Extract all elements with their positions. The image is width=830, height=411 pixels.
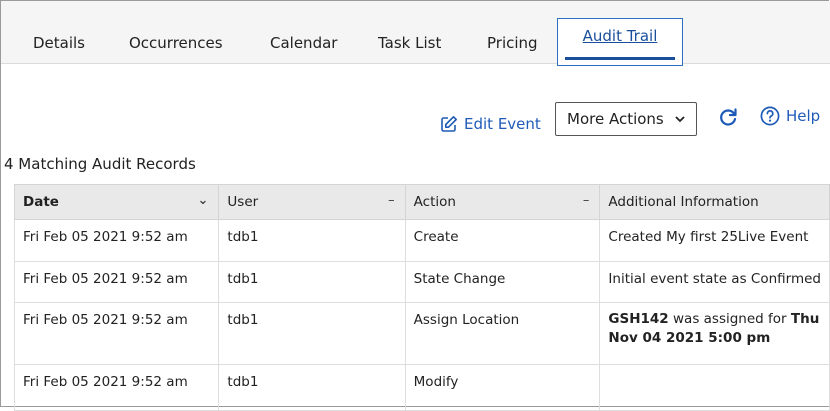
cell-info: [599, 364, 830, 411]
info-middle-text: was assigned for: [668, 311, 791, 327]
table-row: Fri Feb 05 2021 9:52 am tdb1 State Chang…: [13, 261, 830, 303]
matching-records-count: 4 Matching Audit Records: [4, 155, 196, 173]
help-icon: [760, 106, 780, 126]
tab-task-list[interactable]: Task List: [378, 1, 441, 63]
chevron-down-icon: [675, 116, 685, 123]
column-header-date-label: Date: [23, 194, 59, 210]
tab-occurrences[interactable]: Occurrences: [129, 1, 223, 63]
tab-calendar[interactable]: Calendar: [270, 1, 337, 63]
edit-event-link[interactable]: Edit Event: [440, 112, 541, 136]
cell-action: Create: [404, 219, 601, 262]
cell-date: Fri Feb 05 2021 9:52 am: [13, 364, 220, 411]
tab-audit-trail[interactable]: Audit Trail: [557, 18, 683, 66]
column-header-action[interactable]: Action –: [404, 184, 601, 220]
cell-action: Assign Location: [404, 302, 601, 365]
column-header-date[interactable]: Date ⌄: [13, 184, 220, 220]
dash-icon: –: [582, 193, 590, 208]
help-link[interactable]: Help: [760, 106, 820, 126]
column-header-user[interactable]: User –: [218, 184, 406, 220]
cell-user: tdb1: [218, 364, 406, 411]
help-label: Help: [786, 107, 821, 125]
edit-event-label: Edit Event: [464, 115, 541, 133]
column-header-additional-information[interactable]: Additional Information: [599, 184, 830, 220]
cell-action: Modify: [404, 364, 601, 411]
cell-info: GSH142 was assigned for Thu Nov 04 2021 …: [599, 302, 830, 365]
cell-date: Fri Feb 05 2021 9:52 am: [13, 302, 220, 365]
location-name: GSH142: [608, 311, 669, 327]
edit-icon: [441, 116, 457, 132]
table-row: Fri Feb 05 2021 9:52 am tdb1 Modify: [13, 364, 830, 411]
audit-table: Date ⌄ User – Action – Additional Inform…: [13, 184, 830, 411]
cell-info: Created My first 25Live Event: [599, 219, 830, 262]
tab-audit-trail-label: Audit Trail: [582, 27, 658, 45]
cell-date: Fri Feb 05 2021 9:52 am: [13, 261, 220, 303]
cell-info-text: GSH142 was assigned for Thu Nov 04 2021 …: [608, 310, 821, 348]
column-header-user-label: User: [227, 194, 259, 210]
more-actions-dropdown[interactable]: More Actions: [555, 102, 697, 136]
cell-user: tdb1: [218, 219, 406, 262]
cell-info: Initial event state as Confirmed: [599, 261, 830, 303]
table-row: Fri Feb 05 2021 9:52 am tdb1 Create Crea…: [13, 219, 830, 262]
cell-user: tdb1: [218, 302, 406, 365]
column-header-additional-information-label: Additional Information: [608, 194, 759, 210]
table-row: Fri Feb 05 2021 9:52 am tdb1 Assign Loca…: [13, 302, 830, 365]
tab-bar: Details Occurrences Calendar Task List P…: [1, 1, 830, 66]
tab-pricing[interactable]: Pricing: [487, 1, 538, 63]
chevron-down-icon: ⌄: [197, 193, 209, 208]
cell-action: State Change: [404, 261, 601, 303]
cell-date: Fri Feb 05 2021 9:52 am: [13, 219, 220, 262]
cell-user: tdb1: [218, 261, 406, 303]
active-tab-indicator: [565, 57, 675, 60]
column-header-action-label: Action: [413, 194, 456, 210]
dash-icon: –: [388, 193, 395, 208]
more-actions-label: More Actions: [567, 110, 664, 128]
tab-details[interactable]: Details: [33, 1, 85, 63]
refresh-icon[interactable]: [717, 106, 739, 128]
table-header-row: Date ⌄ User – Action – Additional Inform…: [13, 184, 830, 220]
